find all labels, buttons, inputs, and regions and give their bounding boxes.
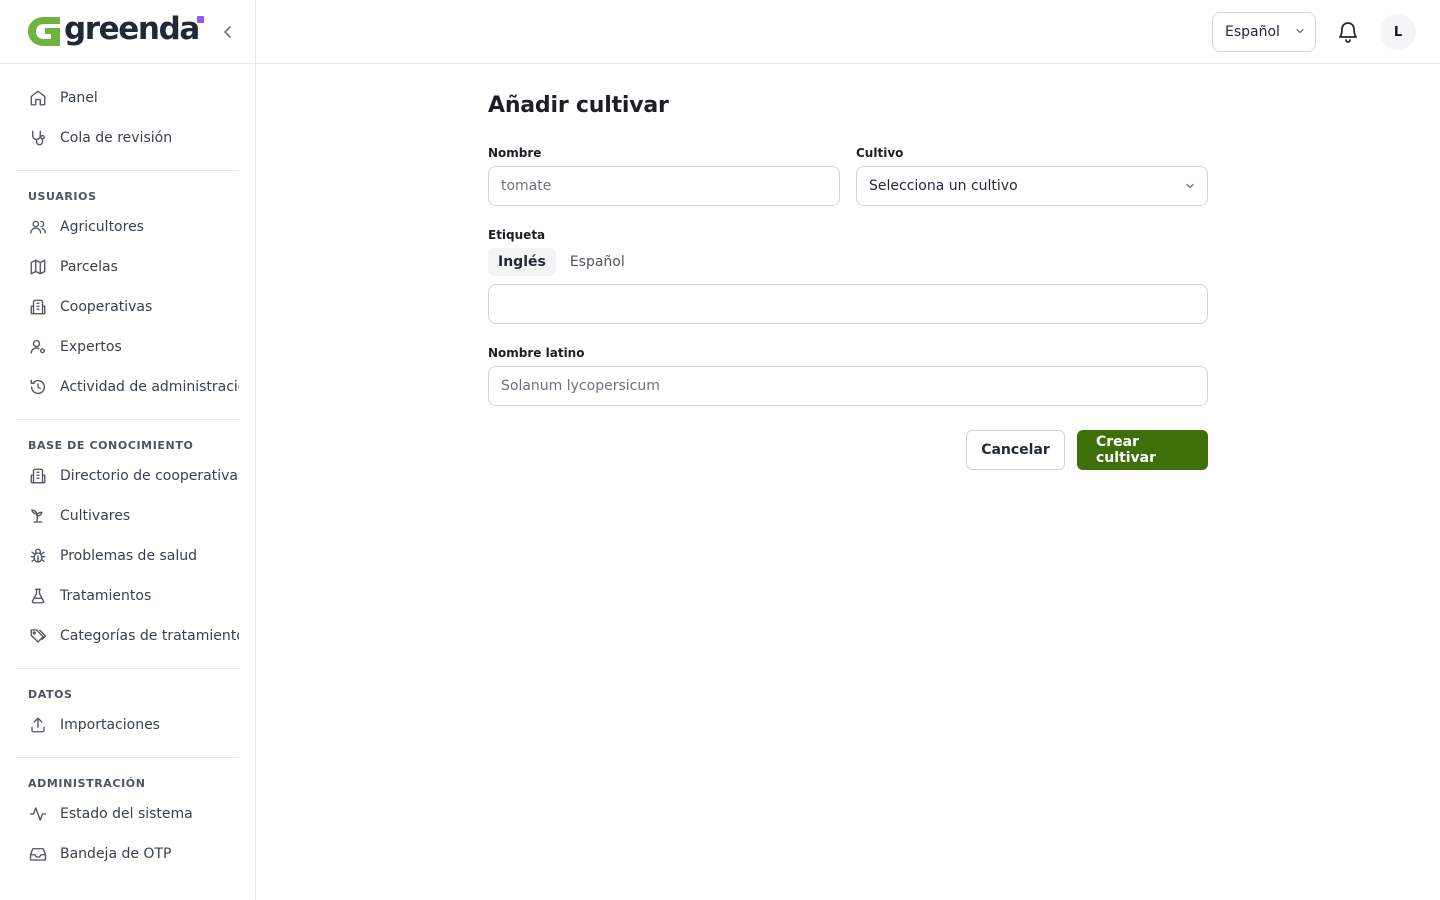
stethoscope-icon — [28, 128, 48, 148]
sidebar-item-label: Bandeja de OTP — [60, 846, 172, 862]
sidebar-item-label: Agricultores — [60, 219, 144, 235]
sidebar-nav: Panel Cola de revisión USUARIOS Agricult… — [0, 64, 255, 886]
sidebar-item-label: Importaciones — [60, 717, 160, 733]
users-icon — [28, 217, 48, 237]
nav-group-label: BASE DE CONOCIMIENTO — [28, 439, 194, 452]
sidebar-item-label: Tratamientos — [60, 588, 152, 604]
nav-group-data: DATOS Importaciones — [16, 669, 239, 758]
sidebar-item-label: Parcelas — [60, 259, 118, 275]
top-bar: Español L — [256, 0, 1440, 64]
nav-group-label: DATOS — [28, 688, 73, 701]
sidebar-item-label: Estado del sistema — [60, 806, 193, 822]
name-crop-row: Nombre tomate Cultivo Selecciona un cult… — [488, 146, 1208, 206]
tag-input[interactable] — [488, 284, 1208, 324]
nav-group-administration: ADMINISTRACIÓN Estado del sistema Bandej… — [16, 758, 239, 886]
form-actions: Cancelar Crear cultivar — [488, 430, 1208, 470]
sidebar-item-cooperatives-directory[interactable]: Directorio de cooperativas — [16, 456, 239, 496]
sidebar-item-label: Categorías de tratamientos — [60, 628, 239, 644]
crop-select-value: Selecciona un cultivo — [869, 178, 1018, 194]
logo-row: greenda — [0, 0, 255, 64]
history-icon — [28, 377, 48, 397]
sprout-icon — [28, 506, 48, 526]
latin-name-field: Nombre latino Solanum lycopersicum — [488, 346, 1208, 406]
sidebar-item-farmers[interactable]: Agricultores — [16, 207, 239, 247]
tags-icon — [28, 626, 48, 646]
language-select-value: Español — [1225, 24, 1280, 40]
notifications-button[interactable] — [1336, 20, 1360, 44]
nav-group-label: ADMINISTRACIÓN — [28, 777, 146, 790]
activity-icon — [28, 804, 48, 824]
sidebar-item-treatment-categories[interactable]: Categorías de tratamientos — [16, 616, 239, 656]
page-title: Añadir cultivar — [488, 93, 669, 118]
tag-field: Etiqueta Inglés Español — [488, 228, 1208, 324]
name-input[interactable]: tomate — [488, 166, 840, 206]
brand-dot — [197, 16, 204, 23]
add-cultivar-form: Añadir cultivar Nombre tomate Cultivo Se… — [488, 64, 1208, 470]
sidebar-item-system-status[interactable]: Estado del sistema — [16, 794, 239, 834]
sidebar-item-otp-inbox[interactable]: Bandeja de OTP — [16, 834, 239, 874]
sidebar-item-imports[interactable]: Importaciones — [16, 705, 239, 745]
crop-field: Cultivo Selecciona un cultivo — [856, 146, 1208, 206]
sidebar-item-cultivars[interactable]: Cultivares — [16, 496, 239, 536]
tab-english[interactable]: Inglés — [488, 248, 556, 276]
inbox-icon — [28, 844, 48, 864]
sidebar-item-review-queue[interactable]: Cola de revisión — [16, 118, 239, 158]
flask-icon — [28, 586, 48, 606]
cancel-button[interactable]: Cancelar — [966, 430, 1065, 470]
sidebar-item-label: Actividad de administración — [60, 379, 239, 395]
sidebar-item-cooperatives[interactable]: Cooperativas — [16, 287, 239, 327]
sidebar-item-experts[interactable]: Expertos — [16, 327, 239, 367]
sidebar-item-plots[interactable]: Parcelas — [16, 247, 239, 287]
name-input-placeholder: tomate — [501, 178, 552, 194]
nav-group-users: USUARIOS Agricultores Parcelas Cooperati… — [16, 171, 239, 420]
collapse-sidebar-button[interactable] — [219, 22, 237, 42]
crop-select[interactable]: Selecciona un cultivo — [856, 166, 1208, 206]
name-field: Nombre tomate — [488, 146, 840, 206]
crop-label: Cultivo — [856, 146, 904, 160]
latin-name-input[interactable]: Solanum lycopersicum — [488, 366, 1208, 406]
sidebar: greenda Panel Cola de revisión USUARIOS … — [0, 0, 256, 900]
user-avatar[interactable]: L — [1380, 14, 1416, 50]
nav-group-knowledge-base: BASE DE CONOCIMIENTO Directorio de coope… — [16, 420, 239, 669]
language-select[interactable]: Español — [1212, 12, 1316, 52]
chevron-down-icon — [1186, 183, 1194, 189]
sidebar-item-label: Directorio de cooperativas — [60, 468, 239, 484]
sidebar-item-panel[interactable]: Panel — [16, 78, 239, 118]
chevron-down-icon — [1296, 28, 1304, 34]
create-cultivar-button[interactable]: Crear cultivar — [1077, 430, 1208, 470]
map-icon — [28, 257, 48, 277]
sidebar-item-label: Cooperativas — [60, 299, 153, 315]
latin-name-placeholder: Solanum lycopersicum — [501, 378, 660, 394]
bell-icon — [1339, 22, 1357, 43]
upload-icon — [28, 715, 48, 735]
nav-group-label: USUARIOS — [28, 190, 97, 203]
brand-name: greenda — [64, 11, 200, 47]
sidebar-item-health-problems[interactable]: Problemas de salud — [16, 536, 239, 576]
user-cog-icon — [28, 337, 48, 357]
building-icon — [28, 466, 48, 486]
nav-group-main: Panel Cola de revisión — [16, 64, 239, 171]
name-label: Nombre — [488, 146, 542, 160]
building-icon — [28, 297, 48, 317]
sidebar-item-treatments[interactable]: Tratamientos — [16, 576, 239, 616]
tab-spanish[interactable]: Español — [560, 248, 635, 276]
sidebar-item-label: Cola de revisión — [60, 130, 173, 146]
tag-label: Etiqueta — [488, 228, 546, 242]
home-icon — [28, 88, 48, 108]
sidebar-item-admin-activity[interactable]: Actividad de administración — [16, 367, 239, 407]
chevron-left-icon — [224, 26, 231, 38]
sidebar-item-label: Cultivares — [60, 508, 131, 524]
greenda-logo-icon — [28, 17, 60, 46]
sidebar-item-label: Expertos — [60, 339, 122, 355]
bug-icon — [28, 546, 48, 566]
latin-name-label: Nombre latino — [488, 346, 585, 360]
sidebar-item-label: Panel — [60, 90, 98, 106]
sidebar-item-label: Problemas de salud — [60, 548, 198, 564]
language-tabs: Inglés Español — [488, 248, 1208, 276]
